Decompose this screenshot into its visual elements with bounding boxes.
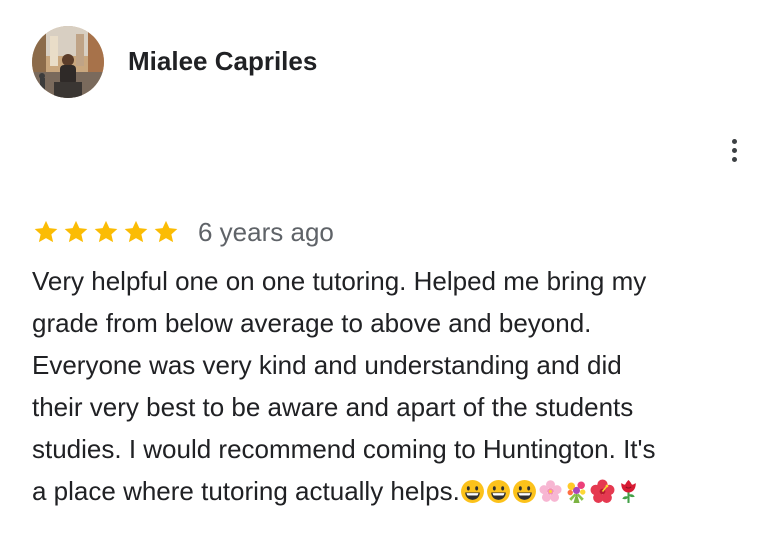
more-options-button[interactable]: [719, 134, 749, 166]
cherry-blossom-emoji: [538, 479, 563, 504]
grinning-face-emoji: [512, 479, 537, 504]
grinning-face-emoji: [460, 479, 485, 504]
reviewer-name[interactable]: Mialee Capriles: [128, 44, 317, 78]
review-text-line: grade from below average to above and be…: [32, 308, 592, 338]
review-text-line: a place where tutoring actually helps.: [32, 476, 460, 506]
review-text-line: their very best to be aware and apart of…: [32, 392, 634, 422]
star-icon: [62, 218, 90, 246]
star-icon: [32, 218, 60, 246]
review-text-line: Very helpful one on one tutoring. Helped…: [32, 266, 647, 296]
grinning-face-emoji: [486, 479, 511, 504]
star-rating: [32, 218, 180, 246]
review-text-line: Everyone was very kind and understanding…: [32, 350, 622, 380]
review-text: Very helpful one on one tutoring. Helped…: [32, 260, 748, 512]
more-vertical-icon: [731, 138, 737, 144]
reviewer-avatar[interactable]: [32, 26, 104, 98]
star-icon: [92, 218, 120, 246]
star-icon: [152, 218, 180, 246]
star-icon: [122, 218, 150, 246]
rating-row: 6 years ago: [32, 212, 334, 252]
bouquet-emoji: [564, 479, 589, 504]
review-text-line: studies. I would recommend coming to Hun…: [32, 434, 656, 464]
review-date: 6 years ago: [198, 217, 334, 247]
rose-emoji: [616, 479, 641, 504]
review-text-last-line: a place where tutoring actually helps.: [32, 470, 748, 512]
hibiscus-emoji: [590, 479, 615, 504]
